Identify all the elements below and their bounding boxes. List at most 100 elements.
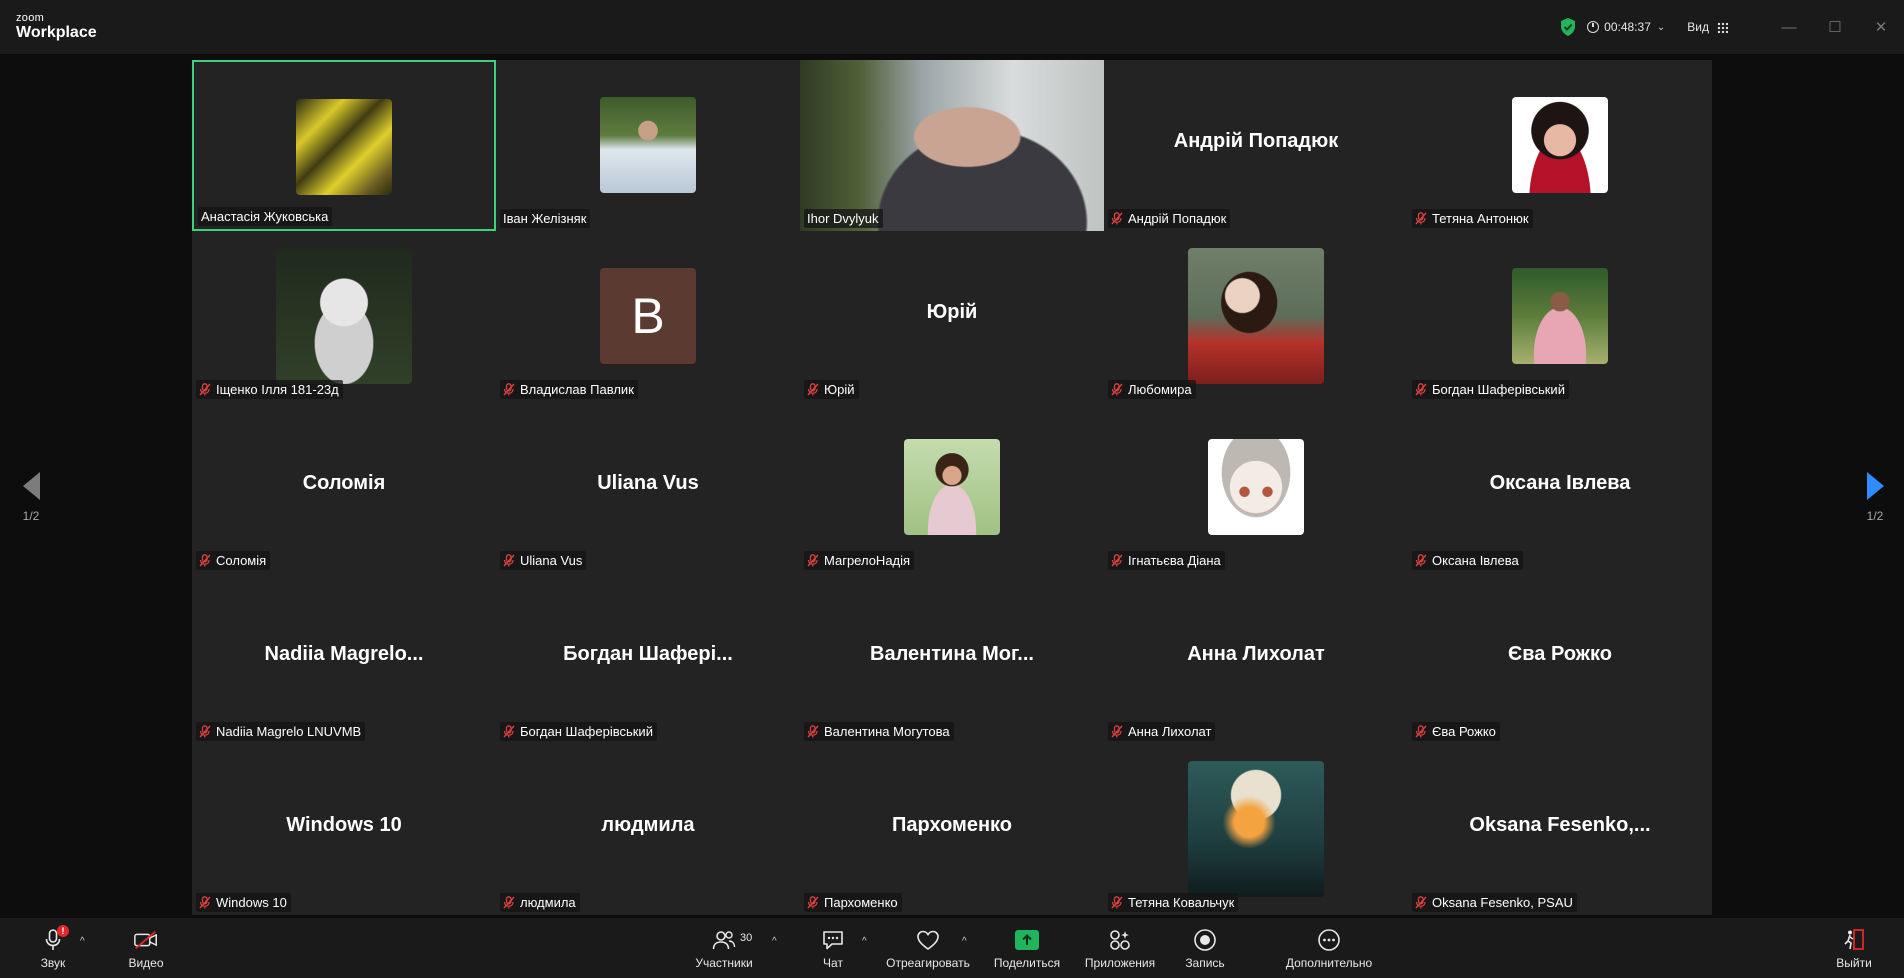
participant-name: Богдан Шаферівський [520, 724, 653, 739]
clock-icon [1587, 21, 1600, 33]
participant-tile[interactable]: Анна Лихолат Анна Лихолат [1104, 573, 1408, 744]
participant-name-label: Пархоменко [804, 893, 902, 912]
encryption-shield-icon[interactable] [1559, 17, 1577, 37]
participant-name: Тетяна Антонюк [1432, 211, 1529, 226]
page-indicator-left: 1/2 [22, 509, 40, 523]
next-page-button[interactable]: 1/2 [1855, 472, 1895, 523]
participant-name: Тетяна Ковальчук [1128, 895, 1235, 910]
maximize-button[interactable]: ☐ [1812, 0, 1858, 54]
video-stream [800, 60, 1104, 231]
participant-gallery: Анастасія Жуковська Іван Желізняк Ihor Dvy… [192, 60, 1712, 915]
audio-options-caret[interactable]: ^ [80, 936, 85, 947]
grid-view-icon [1717, 21, 1728, 33]
participant-tile[interactable]: Пархоменко Пархоменко [800, 744, 1104, 915]
participant-tile[interactable]: Іщенко Ілля 181-23д [192, 231, 496, 402]
participant-tile[interactable]: людмила людмила [496, 744, 800, 915]
avatar-photo [1208, 439, 1304, 535]
participant-tile[interactable]: Анастасія Жуковська [192, 60, 496, 231]
participant-name-label: Тетяна Антонюк [1412, 209, 1533, 228]
participant-tile[interactable]: Тетяна Антонюк [1408, 60, 1712, 231]
participants-label: Участники [695, 955, 753, 970]
participant-tile[interactable]: Андрій Попадюк Андрій Попадюк [1104, 60, 1408, 231]
record-button[interactable]: Запись [1182, 918, 1228, 978]
logo-zoom-text: zoom [16, 12, 45, 24]
participants-button[interactable]: Участники [692, 918, 756, 978]
participant-name: людмила [520, 895, 576, 910]
participant-tile[interactable]: Валентина Мог... Валентина Могутова [800, 573, 1104, 744]
participant-tile[interactable]: Юрій Юрій [800, 231, 1104, 402]
participant-display-name: Nadiia Magrelo... [264, 643, 424, 665]
participant-tile[interactable]: Богдан Шафері... Богдан Шаферівський [496, 573, 800, 744]
leave-door-icon [1841, 927, 1867, 953]
previous-page-button[interactable]: 1/2 [11, 472, 51, 523]
close-window-button[interactable]: ✕ [1858, 0, 1904, 54]
apps-label: Приложения [1084, 955, 1156, 970]
participant-tile[interactable]: МагрелоНадія [800, 402, 1104, 573]
mic-muted-icon [807, 896, 819, 909]
page-indicator-right: 1/2 [1866, 509, 1884, 523]
participant-tile[interactable]: Ігнатьєва Діана [1104, 402, 1408, 573]
mic-muted-icon [503, 896, 515, 909]
leave-meeting-button[interactable]: Выйти [1834, 918, 1874, 978]
arrow-left-icon [22, 472, 40, 500]
record-label: Запись [1185, 955, 1225, 970]
participant-name-label: Андрій Попадюк [1108, 209, 1231, 228]
view-button[interactable]: Вид [1687, 20, 1728, 34]
timer-text: 00:48:37 [1604, 20, 1651, 34]
mic-muted-icon [1111, 383, 1123, 396]
participant-name: Ігнатьєва Діана [1128, 553, 1221, 568]
share-screen-button[interactable]: Поделиться [992, 918, 1062, 978]
chat-button[interactable]: Чат [816, 918, 850, 978]
audio-alert-badge: ! [57, 924, 69, 937]
participant-tile[interactable]: Оксана Івлева Оксана Івлева [1408, 402, 1712, 573]
participant-display-name: Анна Лихолат [1187, 643, 1325, 665]
react-button[interactable]: Отреагировать [884, 918, 972, 978]
participant-name: Богдан Шаферівський [1432, 382, 1565, 397]
apps-icon [1107, 927, 1133, 953]
heart-icon [915, 927, 941, 953]
mic-muted-icon [1415, 212, 1427, 225]
chat-label: Чат [823, 955, 843, 970]
participant-tile[interactable]: Любомира [1104, 231, 1408, 402]
participant-tile[interactable]: Ihor Dvylyuk [800, 60, 1104, 231]
participant-name-label: Windows 10 [196, 893, 291, 912]
more-label: Дополнительно [1285, 955, 1373, 970]
participant-name-label: Uliana Vus [500, 551, 587, 570]
chat-icon [820, 927, 846, 953]
react-options-caret[interactable]: ^ [962, 936, 967, 947]
participant-name-label: Богдан Шаферівський [500, 722, 657, 741]
participant-tile[interactable]: Uliana Vus Uliana Vus [496, 402, 800, 573]
zoom-workplace-logo: zoom Workplace [16, 13, 97, 41]
participant-tile[interactable]: Богдан Шаферівський [1408, 231, 1712, 402]
mic-muted-icon [503, 383, 515, 396]
participant-tile[interactable]: Єва Рожко Єва Рожко [1408, 573, 1712, 744]
participant-tile[interactable]: Соломія Соломія [192, 402, 496, 573]
participant-name-label: Анна Лихолат [1108, 722, 1216, 741]
participant-display-name: Пархоменко [892, 814, 1012, 836]
more-options-icon [1316, 927, 1342, 953]
participant-tile[interactable]: Windows 10 Windows 10 [192, 744, 496, 915]
microphone-icon: ! [40, 924, 69, 953]
meeting-toolbar: ! Звук ^ Видео Участники 30 ^ Чат ^ Отре… [0, 918, 1904, 978]
participant-display-name: Юрій [926, 301, 978, 323]
video-button[interactable]: Видео [126, 918, 166, 978]
participant-tile[interactable]: Іван Желізняк [496, 60, 800, 231]
minimize-button[interactable]: — [1766, 0, 1812, 54]
chat-options-caret[interactable]: ^ [862, 936, 867, 947]
participant-tile[interactable]: Oksana Fesenko,... Oksana Fesenko, PSAU [1408, 744, 1712, 915]
audio-button[interactable]: ! Звук [36, 918, 70, 978]
participant-name: Пархоменко [824, 895, 898, 910]
participant-tile[interactable]: B Владислав Павлик [496, 231, 800, 402]
mic-muted-icon [503, 554, 515, 567]
apps-button[interactable]: Приложения [1082, 918, 1158, 978]
participant-tile[interactable]: Тетяна Ковальчук [1104, 744, 1408, 915]
participants-options-caret[interactable]: ^ [772, 936, 777, 947]
participant-name: Любомира [1128, 382, 1192, 397]
meeting-timer[interactable]: 00:48:37 ⌄ [1587, 20, 1665, 34]
participant-name-label: Соломія [196, 551, 271, 570]
participant-name: МагрелоНадія [824, 553, 911, 568]
chevron-down-icon: ⌄ [1656, 21, 1666, 33]
participant-tile[interactable]: Nadiia Magrelo... Nadiia Magrelo LNUVMB [192, 573, 496, 744]
more-button[interactable]: Дополнительно [1284, 918, 1374, 978]
participant-name-label: Любомира [1108, 380, 1196, 399]
